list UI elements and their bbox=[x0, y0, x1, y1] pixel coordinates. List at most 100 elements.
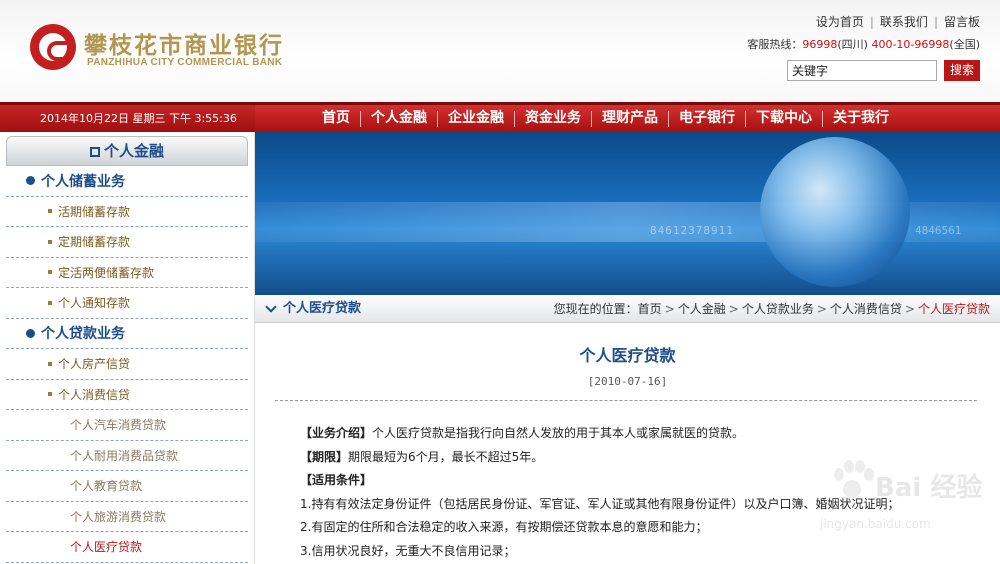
bullet-icon bbox=[26, 176, 35, 186]
contact-us-link[interactable]: 联系我们 bbox=[880, 15, 928, 29]
sidebar-item-medical-loan[interactable]: 个人医疗贷款 bbox=[6, 532, 248, 563]
sidebar-item-label: 个人教育贷款 bbox=[70, 479, 143, 494]
breadcrumb-separator: > bbox=[816, 302, 827, 316]
conditions-heading: 【适用条件】 bbox=[300, 469, 980, 493]
hero-banner: 84612378911 4846561 bbox=[255, 132, 1000, 295]
bank-name-en: PANZHIHUA CITY COMMERCIAL BANK bbox=[87, 57, 283, 68]
sidebar-item-label: 定活两便储蓄存款 bbox=[58, 265, 155, 280]
service-hotline: 客服热线：96998(四川) 400-10-96998(全国) bbox=[747, 36, 980, 52]
hotline-region-2: (全国) bbox=[949, 38, 980, 51]
search-input[interactable] bbox=[787, 60, 937, 81]
article-date: [2010-07-16] bbox=[587, 375, 668, 388]
breadcrumb-consumer-credit[interactable]: 个人消费信贷 bbox=[830, 302, 902, 316]
condition-item: 3.信用状况良好，无重大不良信用记录； bbox=[300, 543, 516, 558]
nav-item-home[interactable]: 首页 bbox=[312, 105, 360, 132]
square-bullet-icon bbox=[48, 300, 52, 305]
breadcrumb-separator: > bbox=[728, 302, 739, 316]
sidebar-item-label: 个人医疗贷款 bbox=[70, 540, 143, 555]
nav-item-wealth-products[interactable]: 理财产品 bbox=[592, 105, 668, 132]
term-label: 【期限】 bbox=[300, 449, 349, 464]
breadcrumb-separator: > bbox=[904, 302, 915, 316]
section-title-label: 个人医疗贷款 bbox=[283, 301, 362, 316]
condition-item: 1.持有有效法定身份证件（包括居民身份证、军官证、军人证或其他有限身份证件）以及… bbox=[300, 496, 900, 511]
intro-paragraph: 【业务介绍】个人医疗贷款是指我行向自然人发放的用于其本人或家属就医的贷款。 bbox=[300, 422, 980, 446]
current-datetime: 2014年10月22日 星期三 下午 3:55:36 bbox=[0, 105, 255, 132]
sidebar-item-label: 个人汽车消费贷款 bbox=[70, 418, 167, 433]
nav-item-treasury[interactable]: 资金业务 bbox=[515, 105, 591, 132]
sidebar-item-auto-loan[interactable]: 个人汽车消费贷款 bbox=[6, 410, 248, 441]
site-header: 攀枝花市商业银行 PANZHIHUA CITY COMMERCIAL BANK … bbox=[0, 0, 1000, 102]
top-links: 设为首页 | 联系我们 | 留言板 bbox=[816, 13, 980, 30]
square-bullet-icon bbox=[48, 392, 52, 397]
search-button[interactable]: 搜索 bbox=[944, 60, 980, 81]
conditions-label: 【适用条件】 bbox=[300, 473, 373, 487]
article: 个人医疗贷款 [2010-07-16] 【业务介绍】个人医疗贷款是指我行向自然人… bbox=[255, 323, 1000, 564]
bullet-icon bbox=[26, 328, 35, 338]
term-paragraph: 【期限】期限最短为6个月，最长不超过5年。 bbox=[300, 446, 980, 470]
main-nav-menu: 首页 个人金融 企业金融 资金业务 理财产品 电子银行 下载中心 关于我行 bbox=[312, 105, 899, 132]
sidebar-item-label: 个人贷款业务 bbox=[41, 326, 125, 343]
divider: | bbox=[869, 15, 874, 29]
banner-digits: 84612378911 bbox=[650, 224, 734, 237]
hotline-region-1: (四川) bbox=[837, 38, 868, 51]
article-body: 【业务介绍】个人医疗贷款是指我行向自然人发放的用于其本人或家属就医的贷款。 【期… bbox=[300, 422, 980, 563]
page: 攀枝花市商业银行 PANZHIHUA CITY COMMERCIAL BANK … bbox=[0, 0, 1000, 564]
guestbook-link[interactable]: 留言板 bbox=[944, 15, 980, 29]
breadcrumb-bar: 个人医疗贷款 您现在的位置：首页 > 个人金融 > 个人贷款业务 > 个人消费信贷 > 个人医疗… bbox=[255, 295, 1000, 323]
location-label: 您现在的位置： bbox=[553, 302, 638, 316]
square-bullet-icon bbox=[48, 270, 52, 275]
section-title: 个人医疗贷款 bbox=[265, 295, 362, 323]
nav-item-e-banking[interactable]: 电子银行 bbox=[669, 105, 745, 132]
sidebar-item-personal-savings[interactable]: 个人储蓄业务 bbox=[6, 166, 248, 197]
nav-item-personal-finance[interactable]: 个人金融 bbox=[361, 105, 437, 132]
hotline-label: 客服热线： bbox=[747, 38, 803, 51]
square-bullet-icon bbox=[48, 239, 52, 244]
square-bullet-icon bbox=[48, 361, 52, 366]
breadcrumb-separator: > bbox=[664, 302, 675, 316]
intro-text: 个人医疗贷款是指我行向自然人发放的用于其本人或家属就医的贷款。 bbox=[372, 426, 745, 440]
sidebar-heading: 个人金融 bbox=[6, 136, 248, 166]
main-nav-bar: 2014年10月22日 星期三 下午 3:55:36 首页 个人金融 企业金融 … bbox=[0, 102, 1000, 132]
sidebar: 个人金融 个人储蓄业务 活期储蓄存款 定期储蓄存款 定活两便储蓄存款 个人通知存… bbox=[0, 132, 255, 564]
sidebar-item-notice-deposit[interactable]: 个人通知存款 bbox=[6, 288, 248, 319]
square-bullet-icon bbox=[48, 209, 52, 214]
breadcrumb-home[interactable]: 首页 bbox=[638, 302, 662, 316]
arrow-box-icon bbox=[89, 147, 100, 157]
hotline-number-1: 96998 bbox=[802, 38, 838, 51]
divider bbox=[275, 400, 977, 401]
breadcrumb-current: 个人医疗贷款 bbox=[917, 302, 990, 316]
banner-digits: 4846561 bbox=[915, 224, 962, 237]
article-title: 个人医疗贷款 bbox=[579, 346, 676, 365]
nav-item-downloads[interactable]: 下载中心 bbox=[746, 105, 822, 132]
sidebar-item-label: 个人通知存款 bbox=[58, 296, 131, 311]
divider: | bbox=[933, 15, 938, 29]
sidebar-item-label: 个人旅游消费贷款 bbox=[70, 509, 167, 524]
bank-logo-icon[interactable] bbox=[30, 24, 76, 70]
condition-item: 2.有固定的住所和合法稳定的收入来源，有按期偿还贷款本息的意愿和能力； bbox=[300, 520, 708, 534]
sidebar-item-education-loan[interactable]: 个人教育贷款 bbox=[6, 471, 248, 502]
breadcrumb: 您现在的位置：首页 > 个人金融 > 个人贷款业务 > 个人消费信贷 > 个人医疗贷款 bbox=[554, 295, 990, 323]
intro-label: 【业务介绍】 bbox=[300, 426, 373, 440]
sidebar-item-durable-goods-loan[interactable]: 个人耐用消费品贷款 bbox=[6, 441, 248, 471]
sidebar-item-travel-loan[interactable]: 个人旅游消费贷款 bbox=[6, 502, 248, 532]
nav-item-about-us[interactable]: 关于我行 bbox=[823, 105, 899, 132]
sidebar-item-label: 个人储蓄业务 bbox=[41, 173, 125, 190]
sidebar-item-housing-credit[interactable]: 个人房产信贷 bbox=[6, 349, 248, 380]
sidebar-item-personal-loans[interactable]: 个人贷款业务 bbox=[6, 319, 248, 349]
nav-item-corporate-finance[interactable]: 企业金融 bbox=[438, 105, 514, 132]
sidebar-item-label: 定期储蓄存款 bbox=[58, 235, 131, 250]
sidebar-item-flexible-savings[interactable]: 定活两便储蓄存款 bbox=[6, 258, 248, 288]
sidebar-item-consumer-credit[interactable]: 个人消费信贷 bbox=[6, 380, 248, 410]
term-text: 期限最短为6个月，最长不超过5年。 bbox=[348, 449, 544, 464]
set-homepage-link[interactable]: 设为首页 bbox=[816, 15, 864, 29]
sidebar-item-label: 个人耐用消费品贷款 bbox=[70, 448, 179, 463]
breadcrumb-personal-finance[interactable]: 个人金融 bbox=[678, 302, 726, 316]
sidebar-item-time-savings[interactable]: 定期储蓄存款 bbox=[6, 227, 248, 258]
bank-name-cn: 攀枝花市商业银行 bbox=[84, 32, 284, 59]
sidebar-item-label: 个人房产信贷 bbox=[58, 357, 131, 372]
sidebar-item-label: 个人消费信贷 bbox=[58, 387, 131, 402]
hotline-number-2: 400-10-96998 bbox=[871, 38, 950, 51]
sidebar-item-demand-savings[interactable]: 活期储蓄存款 bbox=[6, 197, 248, 227]
breadcrumb-personal-loans[interactable]: 个人贷款业务 bbox=[742, 302, 814, 316]
sidebar-item-label: 活期储蓄存款 bbox=[58, 204, 131, 219]
